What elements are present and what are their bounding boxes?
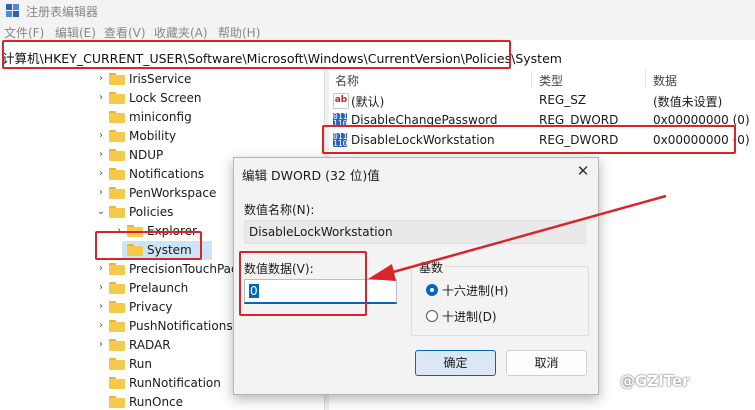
tree-node[interactable]: RunOnce — [0, 393, 320, 410]
tree-node-label: Mobility — [129, 129, 177, 143]
regedit-app-icon — [6, 4, 19, 17]
row-type: REG_SZ — [539, 93, 587, 107]
close-icon[interactable]: ✕ — [574, 162, 592, 180]
row-data: (数值未设置) — [653, 95, 723, 109]
chevron-right-icon[interactable]: › — [96, 188, 106, 198]
tree-node[interactable]: › Lock Screen — [0, 89, 320, 108]
column-divider[interactable] — [645, 70, 646, 88]
tree-node-label: RunOnce — [129, 395, 184, 409]
tree-node-label: PushNotifications — [129, 319, 233, 333]
chevron-right-icon[interactable]: › — [96, 150, 106, 160]
tree-node[interactable]: miniconfig — [0, 108, 320, 127]
chevron-down-icon[interactable]: ⌄ — [96, 207, 106, 217]
folder-icon — [109, 263, 125, 275]
watermark: @GZITer — [620, 372, 690, 390]
chevron-right-icon[interactable]: › — [96, 131, 106, 141]
tree-node-label: PrecisionTouchPad — [129, 262, 239, 276]
cancel-button[interactable]: 取消 — [506, 350, 587, 376]
value-highlight-box — [322, 125, 736, 154]
menu-favorites[interactable]: 收藏夹(A) — [154, 24, 208, 40]
folder-icon — [109, 282, 125, 294]
column-header-name[interactable]: 名称 — [335, 72, 359, 89]
address-highlight-box — [2, 40, 511, 69]
data-field-highlight-box — [239, 251, 367, 316]
chevron-right-icon[interactable]: › — [96, 74, 106, 84]
menu-view[interactable]: 查看(V) — [104, 24, 146, 40]
dec-label[interactable]: 十进制(D) — [442, 308, 497, 325]
menu-help[interactable]: 帮助(H) — [218, 24, 260, 40]
chevron-right-icon[interactable]: › — [96, 302, 106, 312]
menu-bar: 文件(F) 编辑(E) 查看(V) 收藏夹(A) 帮助(H) — [0, 22, 755, 40]
folder-icon — [109, 73, 125, 85]
folder-icon — [109, 92, 125, 104]
tree-node-label: miniconfig — [129, 110, 192, 124]
folder-icon — [109, 320, 125, 332]
chevron-right-icon[interactable]: › — [96, 340, 106, 350]
tree-node-label: PenWorkspace — [129, 186, 217, 200]
ok-button[interactable]: 确定 — [415, 350, 496, 376]
string-value-icon: ab — [333, 93, 349, 109]
title-bar: 注册表编辑器 — [0, 0, 755, 22]
menu-edit[interactable]: 编辑(E) — [55, 24, 96, 40]
row-name: (默认) — [351, 95, 385, 109]
tree-node-label: Privacy — [129, 300, 173, 314]
menu-file[interactable]: 文件(F) — [4, 24, 44, 40]
tree-node-label: Notifications — [129, 167, 205, 181]
folder-icon — [109, 377, 125, 389]
folder-icon — [109, 187, 125, 199]
tree-node-label: NDUP — [129, 148, 164, 162]
tree-node[interactable]: › IrisService — [0, 70, 320, 89]
tree-node-label: RunNotification — [129, 376, 221, 390]
tree-node[interactable]: › Mobility — [0, 127, 320, 146]
window-title: 注册表编辑器 — [26, 5, 99, 19]
folder-icon — [109, 206, 125, 218]
folder-icon — [109, 130, 125, 142]
folder-icon — [109, 168, 125, 180]
chevron-right-icon[interactable]: › — [96, 283, 106, 293]
list-row-default[interactable]: ab (默认) REG_SZ (数值未设置) — [329, 90, 755, 110]
folder-icon — [109, 339, 125, 351]
folder-icon — [109, 396, 125, 408]
folder-icon — [109, 111, 125, 123]
chevron-right-icon[interactable]: › — [96, 93, 106, 103]
system-key-highlight-box — [95, 231, 202, 260]
value-name-label: 数值名称(N): — [244, 203, 315, 217]
chevron-right-icon[interactable]: › — [96, 321, 106, 331]
folder-icon — [109, 358, 125, 370]
tree-node-label: RADAR — [129, 338, 171, 352]
tree-node-label: Run — [129, 357, 153, 371]
chevron-right-icon[interactable]: › — [96, 264, 106, 274]
annotation-arrow — [368, 194, 667, 281]
column-header-data[interactable]: 数据 — [653, 72, 677, 89]
tree-node-label: Lock Screen — [129, 91, 202, 105]
tree-node-label: IrisService — [129, 72, 192, 86]
column-divider[interactable] — [531, 70, 532, 88]
folder-icon — [109, 149, 125, 161]
column-header-type[interactable]: 类型 — [539, 72, 563, 89]
tree-node-label: Policies — [129, 205, 174, 219]
chevron-right-icon[interactable]: › — [96, 169, 106, 179]
tree-node-label: Prelaunch — [129, 281, 189, 295]
dialog-title: 编辑 DWORD (32 位)值 — [242, 168, 380, 183]
folder-icon — [109, 301, 125, 313]
dec-radio[interactable] — [426, 310, 438, 322]
